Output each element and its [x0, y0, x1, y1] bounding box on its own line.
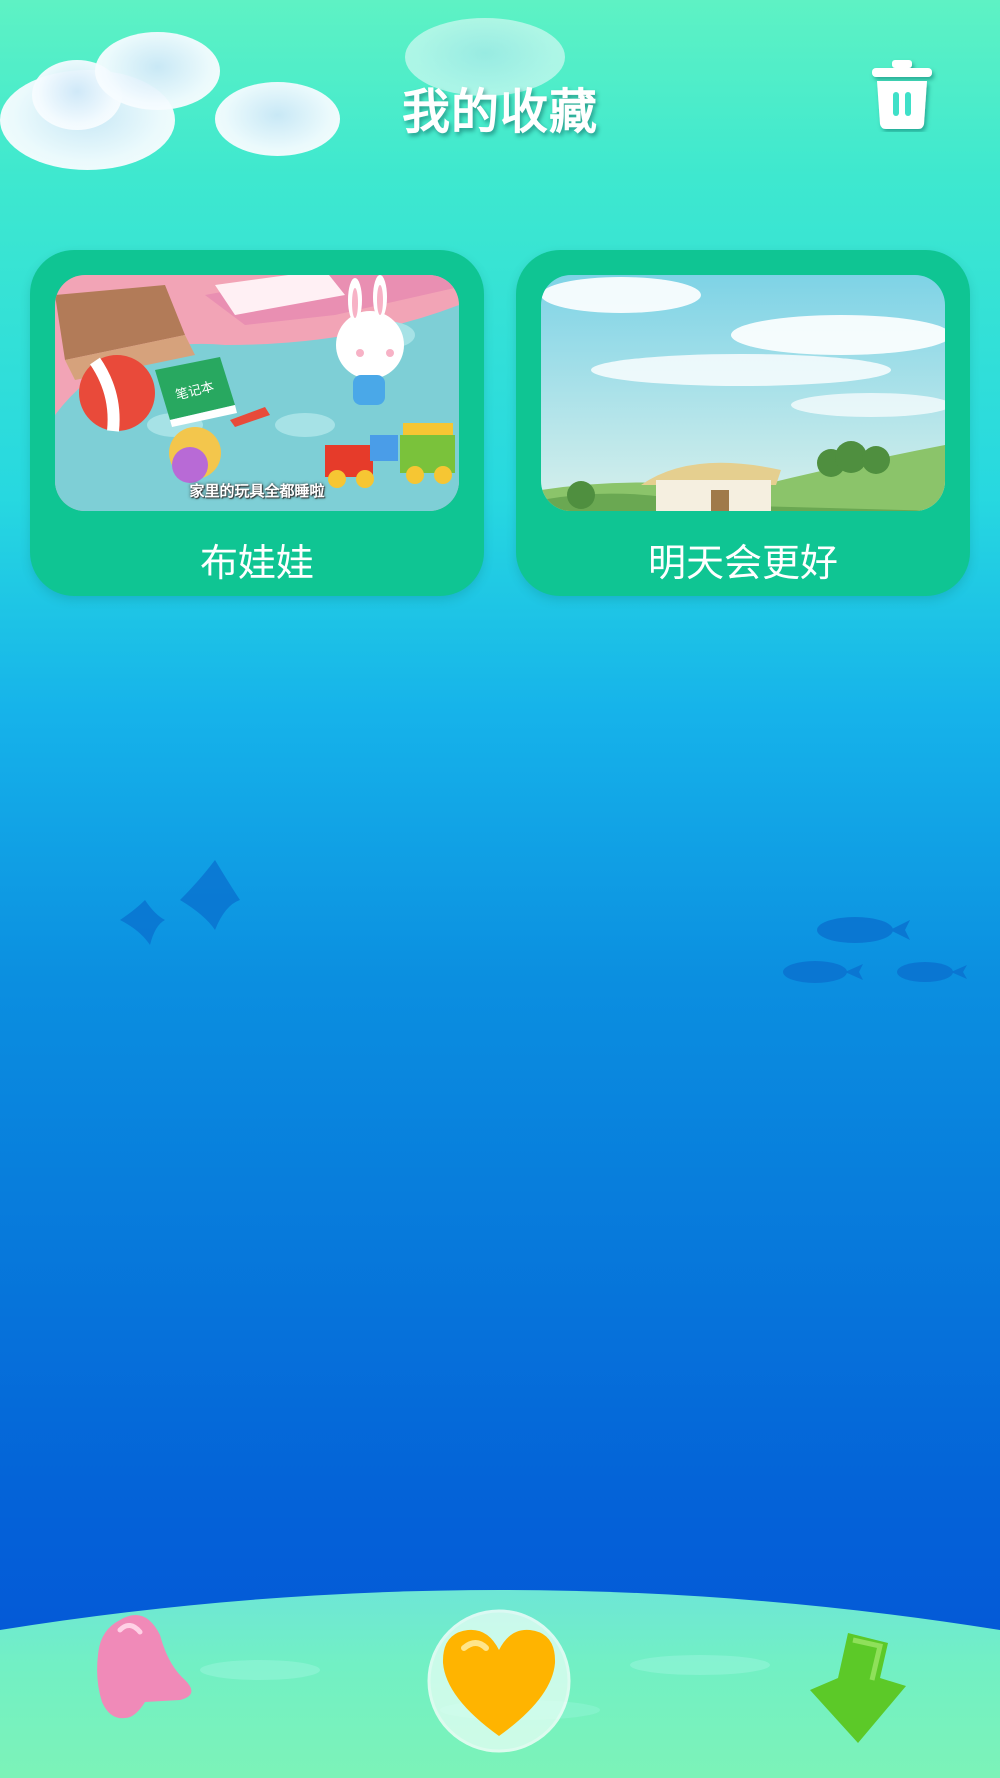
favorite-card[interactable]: 笔记本 家里的玩具全都睡啦 布娃娃: [30, 250, 484, 596]
fish-silhouette: [783, 917, 967, 983]
trash-icon: [872, 60, 932, 129]
bell-button[interactable]: [90, 1610, 200, 1725]
favorite-title: 明天会更好: [647, 541, 838, 585]
page-title: 我的收藏: [401, 84, 598, 140]
video-thumbnail: 笔记本 家里的玩具全都睡啦: [55, 275, 459, 511]
favorites-button[interactable]: [426, 1608, 572, 1754]
bottom-nav: [0, 1570, 1000, 1778]
delete-button[interactable]: [866, 56, 938, 132]
down-arrow-icon: [810, 1633, 906, 1743]
heart-icon: [427, 1609, 571, 1753]
video-subtitle: 家里的玩具全都睡啦: [189, 482, 325, 500]
bird-silhouette: [120, 860, 240, 945]
video-thumbnail: [541, 275, 945, 511]
pink-bell-icon: [97, 1615, 192, 1719]
download-button[interactable]: [808, 1628, 908, 1748]
favorite-title: 布娃娃: [199, 541, 314, 585]
favorite-card[interactable]: 明天会更好: [516, 250, 970, 596]
